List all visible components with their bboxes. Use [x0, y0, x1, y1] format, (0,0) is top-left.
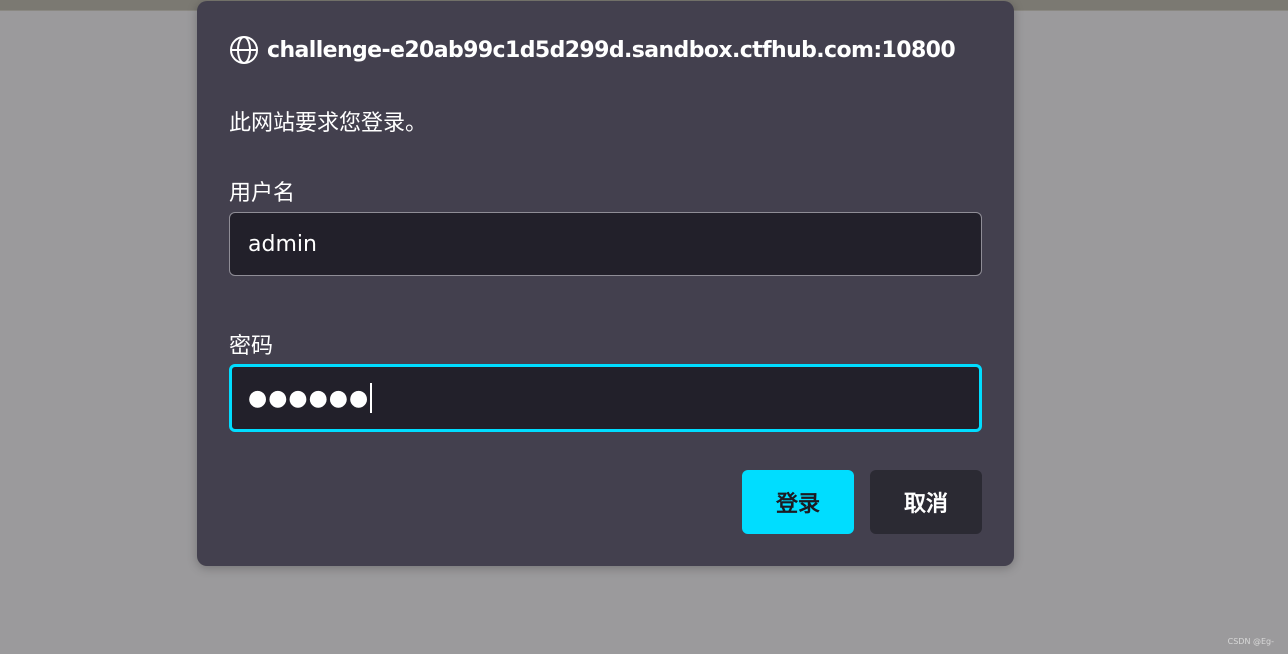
- password-input[interactable]: ●●●●●●: [229, 364, 982, 432]
- username-input[interactable]: admin: [229, 212, 982, 276]
- globe-icon: [229, 35, 259, 65]
- origin-row: challenge-e20ab99c1d5d299d.sandbox.ctfhu…: [229, 35, 956, 65]
- watermark: CSDN @Eg-: [1227, 637, 1274, 646]
- password-value: ●●●●●●: [248, 385, 370, 411]
- text-caret: [370, 383, 373, 413]
- username-label: 用户名: [229, 181, 296, 206]
- cancel-button[interactable]: 取消: [870, 470, 982, 534]
- login-button[interactable]: 登录: [742, 470, 854, 534]
- password-label: 密码: [229, 334, 274, 359]
- login-message: 此网站要求您登录。: [229, 111, 428, 136]
- auth-dialog: challenge-e20ab99c1d5d299d.sandbox.ctfhu…: [197, 1, 1014, 566]
- origin-text: challenge-e20ab99c1d5d299d.sandbox.ctfhu…: [267, 37, 956, 63]
- username-value: admin: [248, 231, 317, 257]
